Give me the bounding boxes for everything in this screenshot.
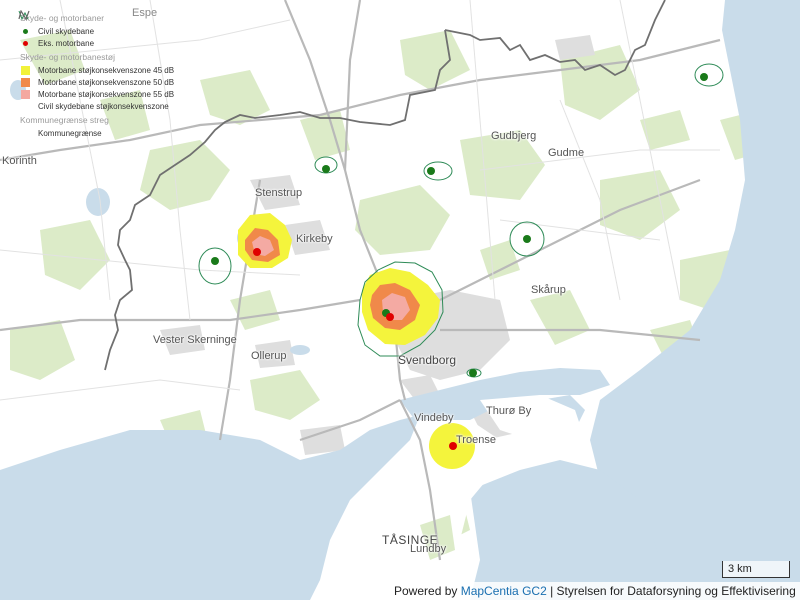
- attribution-link[interactable]: MapCentia GC2: [461, 584, 547, 598]
- civil-range-marker: [700, 73, 708, 81]
- civil-range-marker: [211, 257, 219, 265]
- place-label-kirkeby: Kirkeby: [296, 233, 333, 245]
- legend-item-boundary: Kommunegrænse: [18, 10, 218, 139]
- orange-square-icon: [20, 77, 30, 87]
- motor-track-marker: [386, 313, 394, 321]
- place-label-vindeby: Vindeby: [414, 412, 454, 424]
- motor-track-marker: [253, 248, 261, 256]
- attribution-suffix: | Styrelsen for Dataforsyning og Effekti…: [546, 584, 796, 598]
- legend-group-title: Skyde- og motorbanestøj: [20, 52, 115, 62]
- legend-item-zone-50: Motorbane støjkonsekvenszone 50 dB: [18, 76, 218, 88]
- place-label-vester-skerninge: Vester Skerninge: [153, 334, 237, 346]
- legend-group-title: Skyde- og motorbaner: [20, 13, 105, 23]
- place-label-troense: Troense: [456, 434, 496, 446]
- place-label-ollerup: Ollerup: [251, 350, 287, 362]
- boundary-line-icon: [18, 10, 32, 138]
- scale-label: 3 km: [728, 563, 752, 575]
- legend-group-title: Kommunegrænse streg: [20, 115, 109, 125]
- green-outline-icon: [18, 10, 32, 111]
- place-label-skarup: Skårup: [531, 284, 566, 296]
- place-label-stenstrup: Stenstrup: [255, 187, 303, 199]
- legend-item-motor-track: Eks. motorbane: [18, 37, 218, 49]
- attribution: Powered by MapCentia GC2 | Styrelsen for…: [390, 582, 800, 600]
- place-label-thuro-by: Thurø By: [486, 405, 532, 417]
- civil-range-marker: [523, 235, 531, 243]
- place-label-gudbjerg: Gudbjerg: [491, 130, 537, 142]
- legend-label: Motorbane støjkonsekvenszone 45 dB: [38, 65, 175, 75]
- legend-label: Eks. motorbane: [38, 38, 95, 48]
- place-label-gudme: Gudme: [548, 147, 585, 159]
- map-view[interactable]: Espe Korinth Stenstrup Kirkeby Gudbjerg …: [0, 0, 800, 600]
- legend-item-civil-zone: Civil skydebane støjkonsekvenszone: [18, 10, 218, 112]
- civil-range-marker: [427, 167, 435, 175]
- legend-item-civil-range: Civil skydebane: [18, 25, 218, 37]
- legend-label: Motorbane støjkonsekvenszone 50 dB: [38, 77, 175, 87]
- place-label-svendborg: Svendborg: [398, 353, 457, 367]
- attribution-prefix: Powered by: [394, 584, 461, 598]
- yellow-square-icon: [20, 65, 30, 75]
- legend-label: Civil skydebane støjkonsekvenszone: [38, 101, 169, 111]
- place-label-korinth: Korinth: [2, 155, 37, 167]
- map-legend: Skyde- og motorbaner Civil skydebane Eks…: [18, 10, 218, 139]
- place-label-lundby: Lundby: [410, 543, 447, 555]
- green-dot-icon: [22, 28, 28, 34]
- legend-item-zone-45: Motorbane støjkonsekvenszone 45 dB: [18, 64, 218, 76]
- scale-bar: 3 km: [722, 561, 790, 578]
- legend-item-zone-55: Motorbane støjkonsekvenszone 55 dB: [18, 88, 218, 100]
- red-dot-icon: [22, 40, 28, 46]
- legend-label: Motorbane støjkonsekvenszone 55 dB: [38, 89, 175, 99]
- pink-square-icon: [20, 89, 30, 99]
- legend-label: Kommunegrænse: [38, 128, 102, 138]
- legend-label: Civil skydebane: [38, 26, 95, 36]
- civil-range-marker: [322, 165, 330, 173]
- civil-range-marker: [469, 369, 477, 377]
